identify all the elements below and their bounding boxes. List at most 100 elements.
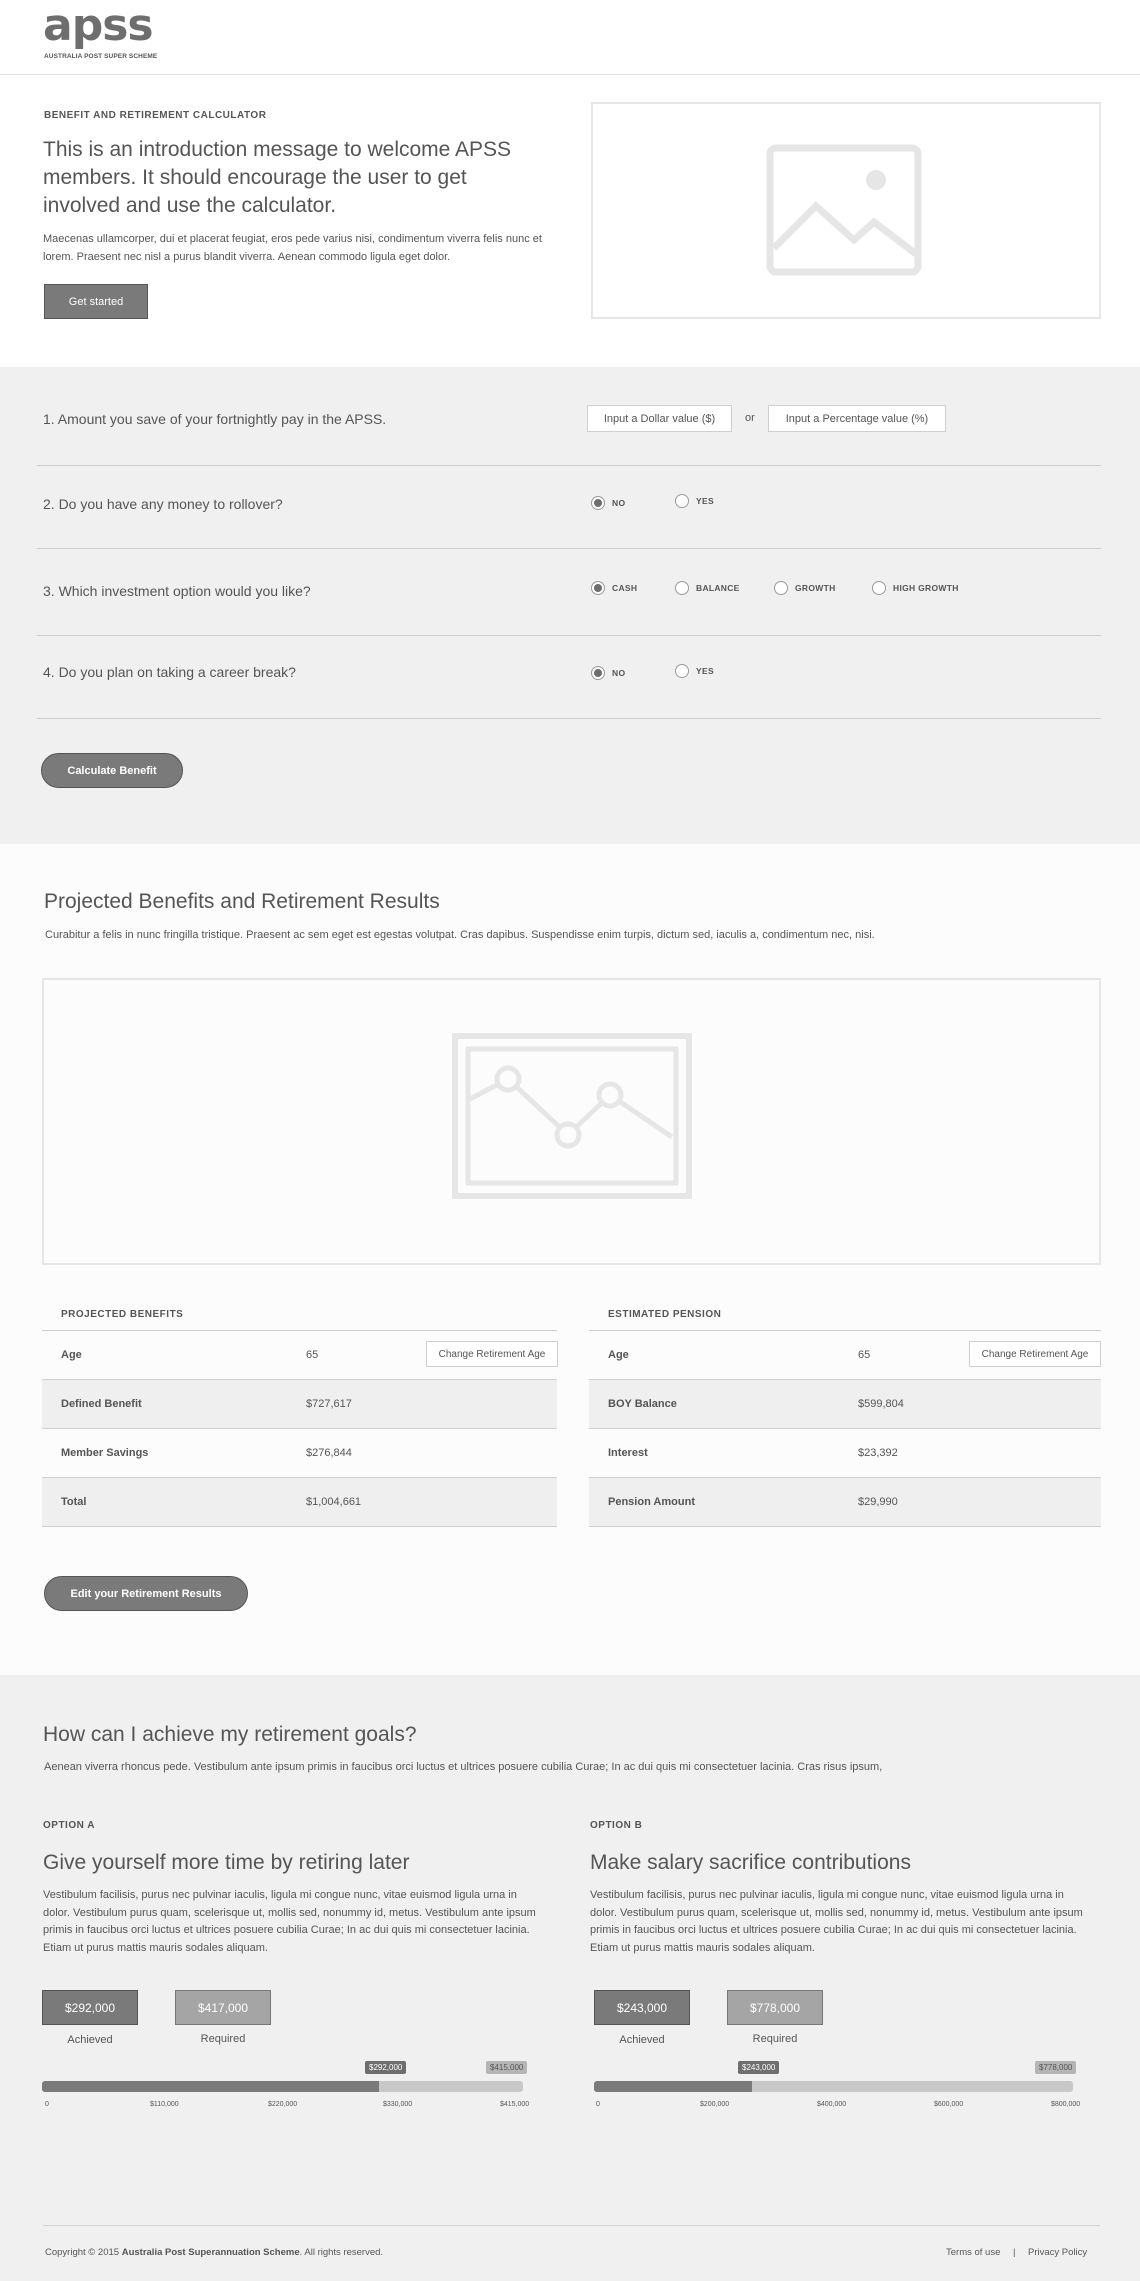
row-value: $29,990 (858, 1496, 898, 1508)
option-a-marker-tag: $292,000 (365, 2061, 407, 2074)
question-row-4: 4. Do you plan on taking a career break?… (37, 636, 1101, 719)
radio-rollover-no[interactable]: NO (591, 496, 625, 510)
projected-benefits-table: PROJECTED BENEFITS Age 65 Change Retirem… (42, 1287, 558, 1527)
radio-checked-icon (591, 496, 605, 510)
option-b-achieved-label: Achieved (619, 2034, 665, 2046)
radio-investment-balance[interactable]: BALANCE (675, 581, 740, 595)
axis-tick: $600,000 (934, 2101, 964, 2108)
option-a-required-label: Required (200, 2033, 246, 2045)
or-label: or (745, 412, 755, 424)
intro-title: This is an introduction message to welco… (43, 138, 512, 217)
option-a-title: Give yourself more time by retiring late… (43, 1851, 410, 1874)
option-a-achieved-label: Achieved (67, 2034, 113, 2046)
radio-unchecked-icon (675, 664, 689, 678)
option-a-progress-fill (42, 2081, 379, 2092)
percentage-value-button[interactable]: Input a Percentage value (%) (768, 405, 946, 432)
change-retirement-age-button[interactable]: Change Retirement Age (969, 1341, 1101, 1367)
line-chart-placeholder-icon (452, 1033, 692, 1199)
radio-label: HIGH GROWTH (893, 583, 959, 593)
footer-separator: | (1013, 2247, 1016, 2258)
radio-rollover-yes[interactable]: YES (675, 494, 714, 508)
option-a-body: Vestibulum facilisis, purus nec pulvinar… (43, 1889, 536, 1954)
row-label: Total (61, 1496, 87, 1508)
radio-investment-high-growth[interactable]: HIGH GROWTH (872, 581, 959, 595)
radio-investment-growth[interactable]: GROWTH (774, 581, 836, 595)
option-a-required-value: $417,000 (175, 1990, 271, 2025)
results-chart-placeholder (42, 978, 1101, 1265)
calculate-benefit-button[interactable]: Calculate Benefit (41, 753, 183, 788)
goals-subtitle: Aenean viverra rhoncus pede. Vestibulum … (44, 1761, 883, 1773)
projected-benefits-heading: PROJECTED BENEFITS (42, 1287, 557, 1331)
axis-tick: $220,000 (268, 2101, 298, 2108)
intro-image-placeholder (591, 102, 1101, 319)
radio-checked-icon (591, 666, 605, 680)
row-label: BOY Balance (608, 1398, 677, 1410)
intro-section: BENEFIT AND RETIREMENT CALCULATOR This i… (0, 76, 1140, 367)
radio-label: CASH (612, 583, 638, 593)
radio-unchecked-icon (774, 581, 788, 595)
radio-label: YES (696, 496, 714, 506)
option-b-end-tag: $778,000 (1035, 2061, 1077, 2074)
edit-retirement-results-button[interactable]: Edit your Retirement Results (44, 1576, 248, 1611)
site-header: apss AUSTRALIA POST SUPER SCHEME (0, 0, 1140, 75)
axis-tick: $400,000 (817, 2101, 847, 2108)
copyright: Copyright © 2015 Australia Post Superann… (45, 2247, 383, 2258)
radio-checked-icon (591, 581, 605, 595)
footer-divider (43, 2225, 1100, 2226)
goals-title: How can I achieve my retirement goals? (43, 1723, 417, 1746)
copyright-suffix: . All rights reserved. (299, 2247, 384, 2258)
question-2-text: 2. Do you have any money to rollover? (43, 496, 283, 512)
radio-label: BALANCE (696, 583, 740, 593)
calculator-form: 1. Amount you save of your fortnightly p… (0, 367, 1140, 844)
axis-tick: $800,000 (1051, 2101, 1081, 2108)
option-b-kicker: OPTION B (590, 1820, 643, 1831)
dollar-value-button[interactable]: Input a Dollar value ($) (587, 405, 732, 432)
option-b-required-value: $778,000 (727, 1990, 823, 2025)
row-label: Age (608, 1349, 629, 1361)
radio-label: GROWTH (795, 583, 836, 593)
row-value: $23,392 (858, 1447, 898, 1459)
terms-link[interactable]: Terms of use (946, 2247, 1000, 2258)
row-label: Member Savings (61, 1447, 149, 1459)
axis-tick: $330,000 (383, 2101, 413, 2108)
option-b-progress-fill (594, 2081, 752, 2092)
option-a-end-tag: $415,000 (486, 2061, 528, 2074)
logo[interactable]: apss (43, 4, 154, 48)
row-value: $727,617 (306, 1398, 352, 1410)
get-started-button[interactable]: Get started (44, 284, 148, 319)
row-value: 65 (858, 1349, 871, 1361)
row-value: $276,844 (306, 1447, 352, 1459)
results-section: Projected Benefits and Retirement Result… (0, 844, 1140, 1675)
row-value: 65 (306, 1349, 319, 1361)
table-row: Pension Amount $29,990 (589, 1478, 1101, 1527)
axis-tick: 0 (596, 2101, 600, 2108)
question-3-text: 3. Which investment option would you lik… (43, 583, 311, 599)
option-b-required-label: Required (752, 2033, 798, 2045)
privacy-link[interactable]: Privacy Policy (1028, 2247, 1087, 2258)
question-row-3: 3. Which investment option would you lik… (37, 549, 1101, 636)
intro-kicker: BENEFIT AND RETIREMENT CALCULATOR (44, 110, 267, 121)
option-b-marker-tag: $243,000 (738, 2061, 780, 2074)
table-row: BOY Balance $599,804 (589, 1380, 1101, 1429)
row-label: Interest (608, 1447, 648, 1459)
radio-unchecked-icon (872, 581, 886, 595)
table-row: Age 65 Change Retirement Age (589, 1331, 1101, 1380)
question-1-text: 1. Amount you save of your fortnightly p… (43, 411, 387, 427)
radio-career-break-no[interactable]: NO (591, 666, 625, 680)
results-subtitle: Curabitur a felis in nunc fringilla tris… (45, 929, 875, 941)
copyright-org: Australia Post Superannuation Scheme (121, 2247, 300, 2258)
logo-tagline: AUSTRALIA POST SUPER SCHEME (44, 53, 158, 60)
option-a-kicker: OPTION A (43, 1820, 95, 1831)
table-row: Total $1,004,661 (42, 1478, 557, 1527)
axis-tick: $200,000 (700, 2101, 730, 2108)
radio-career-break-yes[interactable]: YES (675, 664, 714, 678)
row-value: $599,804 (858, 1398, 904, 1410)
axis-tick: $415,000 (500, 2101, 530, 2108)
radio-investment-cash[interactable]: CASH (591, 581, 637, 595)
copyright-prefix: Copyright © 2015 (45, 2247, 120, 2258)
change-retirement-age-button[interactable]: Change Retirement Age (426, 1341, 558, 1367)
table-row: Interest $23,392 (589, 1429, 1101, 1478)
table-row: Age 65 Change Retirement Age (42, 1331, 558, 1380)
option-b-achieved-value: $243,000 (594, 1990, 690, 2025)
row-label: Pension Amount (608, 1496, 695, 1508)
